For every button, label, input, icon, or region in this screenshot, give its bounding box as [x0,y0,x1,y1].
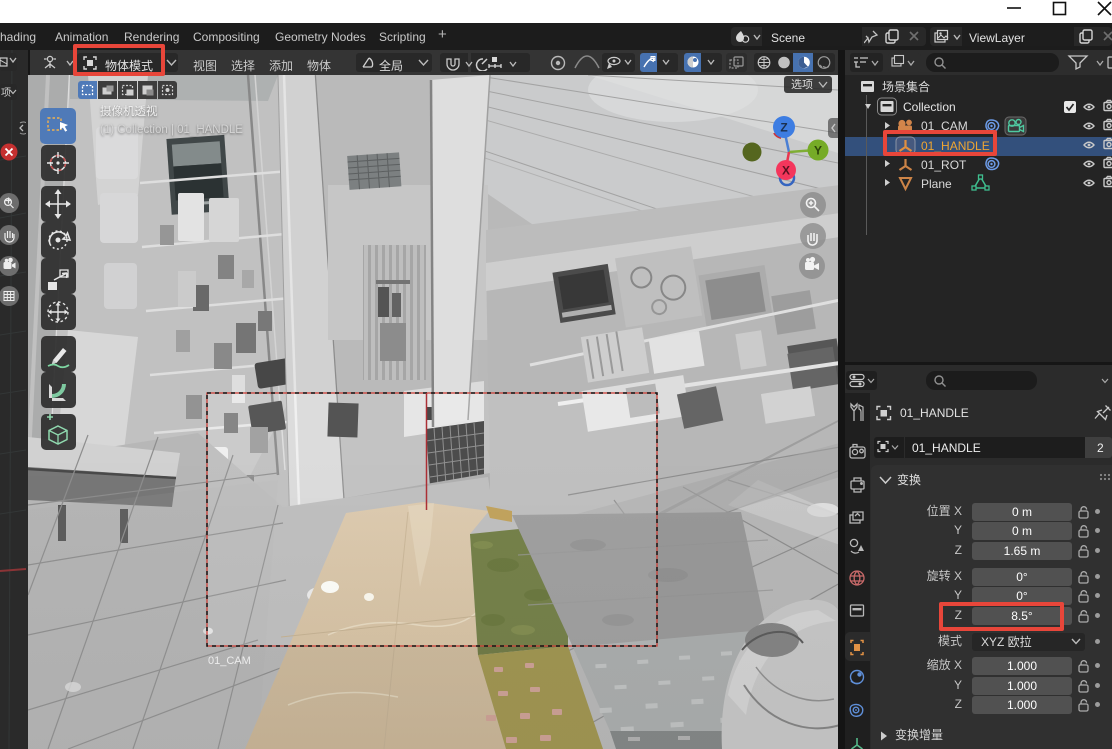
svg-text:Plane: Plane [921,177,952,191]
svg-text:场景集合: 场景集合 [882,79,930,94]
svg-text:Z: Z [780,121,787,135]
svg-text:01_CAM: 01_CAM [208,655,251,667]
svg-text:项: 项 [1,87,11,99]
svg-text:01_ROT: 01_ROT [921,158,967,172]
svg-text:X: X [782,164,790,178]
svg-text:Collection: Collection [903,100,956,114]
svg-text:Y: Y [814,144,822,158]
